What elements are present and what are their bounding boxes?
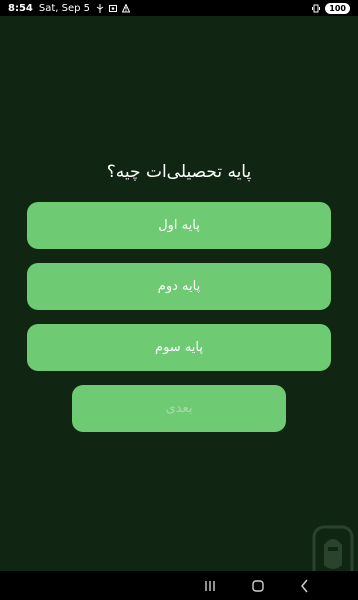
- option-grade-1-label: پایه اول: [158, 218, 200, 233]
- navigation-bar: [0, 571, 358, 600]
- option-grade-1-button[interactable]: پایه اول: [27, 202, 331, 249]
- option-grade-3-button[interactable]: پایه سوم: [27, 324, 331, 371]
- status-time: 8:54: [8, 2, 33, 14]
- back-icon[interactable]: [297, 578, 313, 594]
- status-date: Sat, Sep 5: [38, 2, 91, 14]
- option-grade-3-label: پایه سوم: [155, 340, 203, 355]
- recents-icon[interactable]: [202, 578, 218, 594]
- status-left: 8:54 Sat, Sep 5: [8, 2, 131, 14]
- status-right: 100: [312, 2, 350, 14]
- next-button-label: بعدی: [165, 401, 193, 416]
- battery-level: 100: [329, 3, 346, 13]
- home-icon[interactable]: [250, 578, 266, 594]
- status-icons-left: [96, 3, 131, 13]
- signal-off-icon: [122, 3, 131, 12]
- battery-icon: 100: [325, 2, 350, 14]
- option-grade-2-label: پایه دوم: [157, 279, 201, 294]
- status-bar: 8:54 Sat, Sep 5 100: [0, 0, 358, 16]
- option-grade-2-button[interactable]: پایه دوم: [27, 263, 331, 310]
- next-button[interactable]: بعدی: [72, 385, 286, 432]
- usb-icon: [96, 3, 104, 13]
- vibrate-icon: [312, 4, 321, 12]
- grade-selection-screen: پایه تحصیلی‌ات چیه؟ پایه اول پایه دوم پا…: [0, 16, 358, 581]
- screenshot-icon: [109, 4, 118, 12]
- question-title: پایه تحصیلی‌ات چیه؟: [106, 162, 252, 182]
